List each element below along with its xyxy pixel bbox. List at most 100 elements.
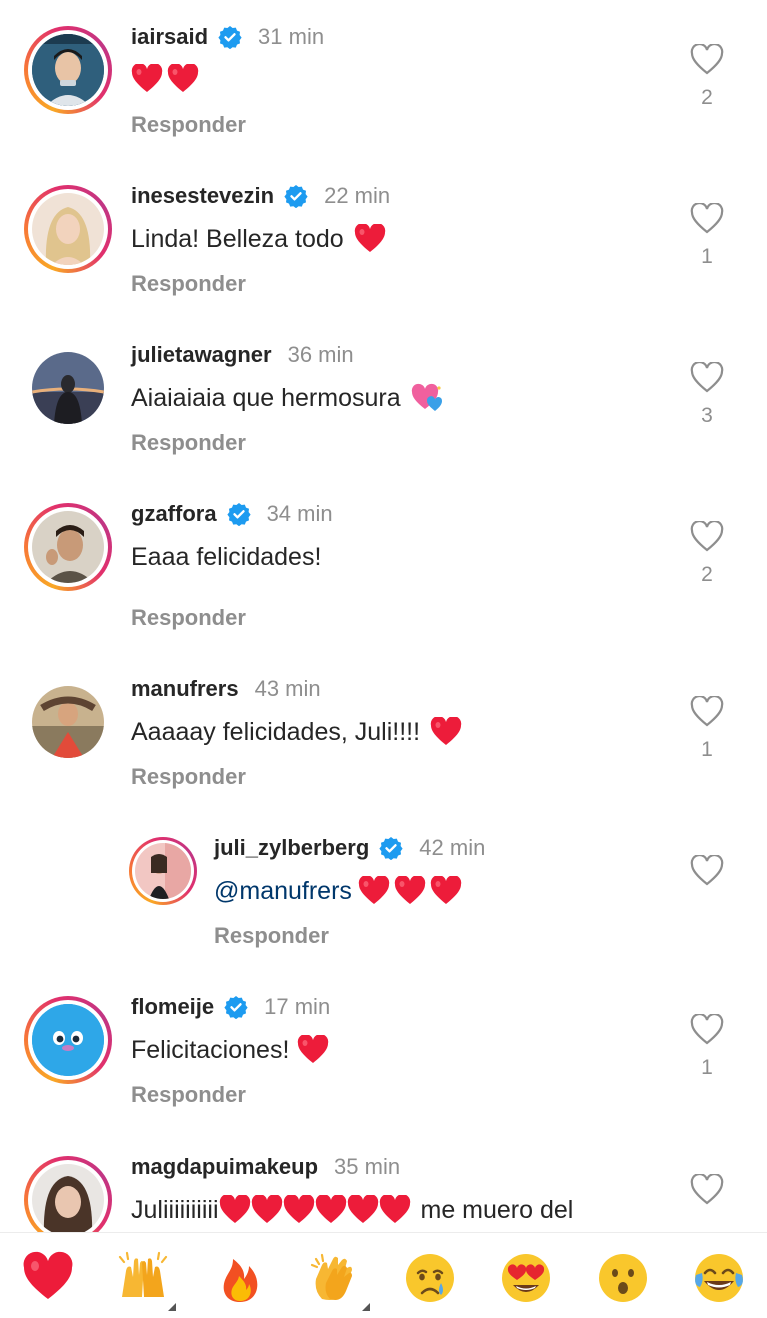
comment-username[interactable]: magdapuimakeup [131, 1154, 318, 1180]
comment-text: Aiaiaiaia que hermosura [131, 382, 443, 414]
like-count: 2 [701, 563, 713, 586]
comment-reply-item: juli_zylberberg 42 min @manufrers Respon… [0, 811, 767, 961]
fire-icon[interactable] [213, 1251, 267, 1305]
comment-item: gzaffora 34 min Eaaa felicidades! Respon… [0, 477, 767, 630]
red-heart-icon [167, 64, 199, 92]
avatar[interactable] [24, 1156, 112, 1232]
comment-text-body: me muero del [420, 1196, 574, 1224]
variant-indicator-icon [168, 1303, 176, 1311]
variant-indicator-icon [362, 1303, 370, 1311]
verified-badge-icon [379, 837, 403, 860]
like-heart-icon[interactable] [690, 1174, 724, 1206]
comment-text-body: Felicitaciones! [131, 1036, 290, 1064]
comment-username[interactable]: flomeije [131, 994, 214, 1020]
like-heart-icon[interactable] [690, 1014, 724, 1046]
avatar[interactable] [24, 344, 112, 432]
comment-item: manufrers 43 min Aaaaay felicidades, Jul… [0, 652, 767, 802]
like-heart-icon[interactable] [690, 696, 724, 728]
reply-button[interactable]: Responder [131, 271, 246, 297]
avatar[interactable] [24, 26, 112, 114]
avatar[interactable] [24, 996, 112, 1084]
red-heart-icon [347, 1195, 378, 1223]
like-heart-icon[interactable] [690, 44, 724, 76]
comment-text-body: Linda! Belleza todo [131, 225, 344, 253]
red-heart-icon [430, 717, 462, 745]
comment-item: flomeije 17 min Felicitaciones! Responde… [0, 970, 767, 1120]
comment-username[interactable]: inesestevezin [131, 183, 274, 209]
comments-list: iairsaid 31 min Responder 2 inesestevezi… [0, 0, 767, 1232]
comment-username[interactable]: juli_zylberberg [214, 835, 369, 861]
comment-time: 35 min [334, 1154, 401, 1179]
comment-username[interactable]: manufrers [131, 676, 239, 702]
red-heart-icon [430, 876, 462, 904]
reply-button[interactable]: Responder [131, 605, 246, 631]
comment-time: 43 min [254, 676, 321, 701]
like-heart-icon[interactable] [690, 521, 724, 553]
clapping-hands-icon[interactable] [308, 1251, 362, 1305]
reply-button[interactable]: Responder [214, 923, 329, 949]
comment-text: Felicitaciones! [131, 1034, 329, 1066]
reply-button[interactable]: Responder [131, 430, 246, 456]
raising-hands-icon[interactable] [116, 1251, 170, 1305]
surprised-face-icon[interactable] [596, 1251, 650, 1305]
like-heart-icon[interactable] [690, 855, 724, 887]
avatar[interactable] [24, 185, 112, 273]
comment-item: inesestevezin 22 min Linda! Belleza todo… [0, 159, 767, 309]
comment-text: Eaaa felicidades! [131, 541, 321, 573]
like-count: 3 [701, 404, 713, 427]
comment-text: Juliiiiiiiiii me muero del [131, 1194, 573, 1226]
red-heart-icon [219, 1195, 250, 1223]
sparkling-heart-icon [411, 383, 442, 411]
comment-text-body: Aaaaay felicidades, Juli!!!! [131, 718, 421, 746]
red-heart-icon [379, 1195, 410, 1223]
reply-button[interactable]: Responder [131, 764, 246, 790]
quick-reaction-bar [0, 1232, 767, 1318]
like-count: 2 [701, 86, 713, 109]
comment-text-body: Eaaa felicidades! [131, 543, 322, 571]
comment-username[interactable]: julietawagner [131, 342, 272, 368]
verified-badge-icon [224, 996, 248, 1019]
comment-item: magdapuimakeup 35 min Juliiiiiiiiii me m… [0, 1130, 767, 1232]
red-heart-icon [354, 224, 385, 252]
comment-time: 36 min [287, 342, 354, 367]
verified-badge-icon [218, 26, 242, 49]
like-heart-icon[interactable] [690, 203, 724, 235]
avatar[interactable] [24, 678, 112, 766]
verified-badge-icon [284, 185, 308, 208]
like-count: 1 [701, 245, 713, 268]
comment-time: 31 min [258, 24, 325, 49]
like-count: 1 [701, 1056, 713, 1079]
like-count: 1 [701, 738, 713, 761]
red-heart-icon [315, 1195, 346, 1223]
red-heart-icon [298, 1035, 329, 1063]
red-heart-icon[interactable] [21, 1251, 75, 1305]
comment-text-body: Aiaiaiaia que hermosura [131, 384, 401, 412]
comment-time: 42 min [419, 835, 486, 860]
comment-text-body: Juliiiiiiiiii [131, 1196, 219, 1224]
red-heart-icon [251, 1195, 282, 1223]
reply-button[interactable]: Responder [131, 1082, 246, 1108]
comment-item: julietawagner 36 min Aiaiaiaia que hermo… [0, 318, 767, 468]
avatar[interactable] [129, 837, 197, 905]
like-heart-icon[interactable] [690, 362, 724, 394]
comment-text: @manufrers [214, 875, 462, 907]
comment-username[interactable]: iairsaid [131, 24, 208, 50]
reply-button[interactable]: Responder [131, 112, 246, 138]
mention-link[interactable]: @manufrers [214, 875, 352, 907]
red-heart-icon [283, 1195, 314, 1223]
red-heart-icon [394, 876, 426, 904]
comment-time: 17 min [264, 994, 331, 1019]
red-heart-icon [131, 64, 163, 92]
comment-username[interactable]: gzaffora [131, 501, 217, 527]
avatar[interactable] [24, 503, 112, 591]
comment-time: 22 min [324, 183, 391, 208]
heart-eyes-icon[interactable] [499, 1251, 553, 1305]
comment-text: Linda! Belleza todo [131, 223, 386, 255]
verified-badge-icon [226, 503, 251, 526]
tears-of-joy-icon[interactable] [692, 1251, 746, 1305]
comment-item: iairsaid 31 min Responder 2 [0, 0, 767, 150]
comment-text [131, 64, 199, 94]
comment-time: 34 min [266, 501, 333, 526]
comment-text: Aaaaay felicidades, Juli!!!! [131, 716, 462, 748]
crying-face-icon[interactable] [403, 1251, 457, 1305]
